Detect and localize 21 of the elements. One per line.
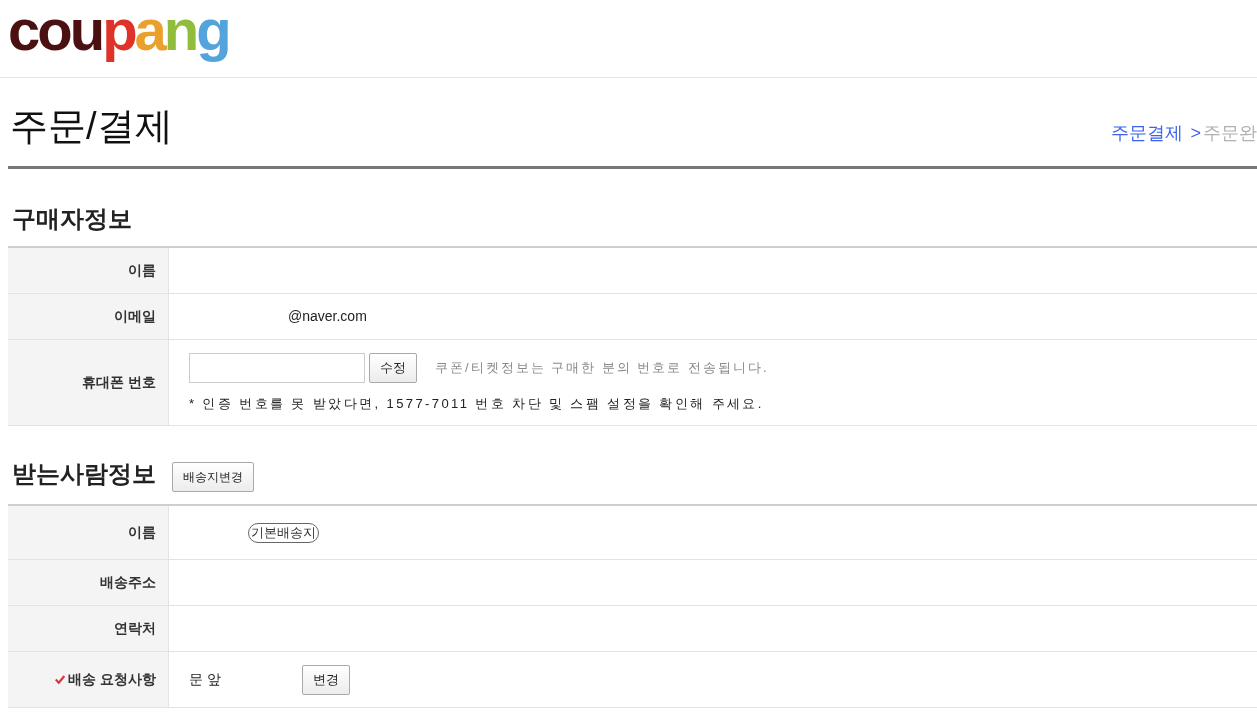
notice-text: * 인증 번호를 못 받았다면, 1577-7011 번호 차단 및 스팸 설정을 확인해 주세요. bbox=[189, 395, 764, 413]
page-title: 주문/결제 bbox=[10, 106, 173, 148]
field-label: 배송주소 bbox=[100, 573, 156, 592]
phone-input-field[interactable] bbox=[189, 353, 365, 383]
breadcrumb-separator: > bbox=[1190, 123, 1201, 145]
breadcrumb-step: 주문완 bbox=[1203, 123, 1257, 145]
request-value: 문 앞 bbox=[189, 670, 222, 689]
edit-button[interactable]: 수정 bbox=[369, 353, 417, 383]
email-value: @naver.com bbox=[288, 307, 367, 326]
hint-text: 쿠폰/티켓정보는 구매한 분의 번호로 전송됩니다. bbox=[435, 359, 769, 378]
field-label: 이름 bbox=[128, 523, 156, 542]
field-label: 연락처 bbox=[114, 619, 156, 638]
section-title: 받는사람정보 bbox=[12, 459, 156, 489]
field-label: 휴대폰 번호 bbox=[82, 373, 156, 392]
field-label: 이름 bbox=[128, 261, 156, 280]
breadcrumb-step: 주문결제 bbox=[1111, 123, 1184, 145]
change-address-button[interactable]: 배송지변경 bbox=[172, 462, 254, 492]
field-label: 배송 요청사항 bbox=[68, 670, 156, 689]
section-title: 구매자정보 bbox=[12, 205, 132, 234]
change-button[interactable]: 변경 bbox=[302, 664, 350, 695]
field-label: 이메일 bbox=[114, 307, 156, 326]
